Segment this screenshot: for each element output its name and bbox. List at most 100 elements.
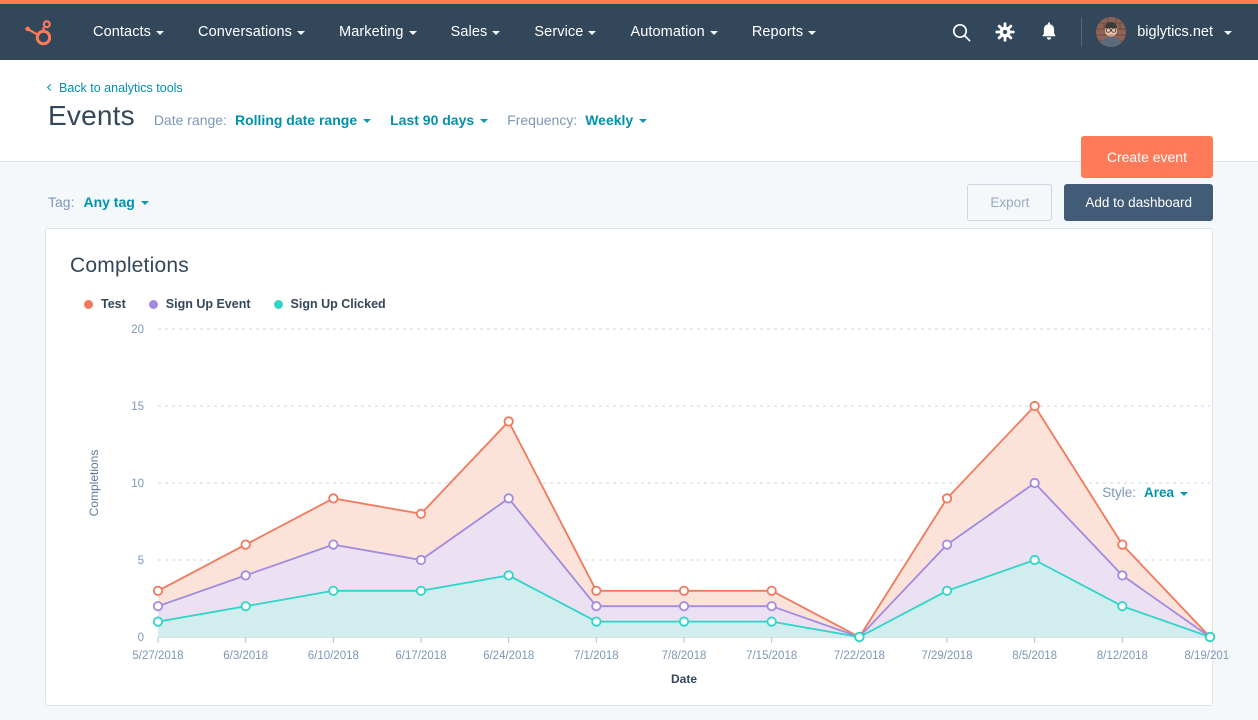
- back-link-label: Back to analytics tools: [59, 81, 183, 95]
- data-point[interactable]: [592, 587, 600, 595]
- data-point[interactable]: [1030, 479, 1038, 487]
- data-point[interactable]: [680, 602, 688, 610]
- data-point[interactable]: [943, 540, 951, 548]
- nav-item-conversations[interactable]: Conversations: [181, 24, 322, 40]
- bell-icon[interactable]: [1027, 10, 1071, 54]
- nav-item-service[interactable]: Service: [517, 24, 613, 40]
- data-point[interactable]: [592, 602, 600, 610]
- create-event-button[interactable]: Create event: [1081, 136, 1213, 178]
- frequency-dropdown[interactable]: Weekly: [585, 112, 647, 128]
- data-point[interactable]: [417, 587, 425, 595]
- x-axis-tick-label: 8/5/2018: [1012, 650, 1057, 662]
- legend-label: Sign Up Clicked: [291, 297, 386, 311]
- data-point[interactable]: [767, 617, 775, 625]
- toolbar-actions: Export Add to dashboard: [967, 184, 1213, 221]
- frequency-filter: Frequency: Weekly: [507, 112, 647, 128]
- legend-item-sign-up-event[interactable]: Sign Up Event: [149, 297, 251, 311]
- y-axis-tick-label: 10: [131, 478, 144, 490]
- data-point[interactable]: [943, 494, 951, 502]
- data-point[interactable]: [943, 587, 951, 595]
- nav-item-contacts[interactable]: Contacts: [76, 24, 181, 40]
- account-label: biglytics.net: [1137, 24, 1213, 40]
- data-point[interactable]: [767, 587, 775, 595]
- x-axis-tick-label: 8/19/2018: [1184, 650, 1230, 662]
- add-to-dashboard-button[interactable]: Add to dashboard: [1064, 184, 1213, 221]
- data-point[interactable]: [855, 633, 863, 641]
- tag-label: Tag:: [48, 194, 74, 210]
- search-icon[interactable]: [939, 10, 983, 54]
- data-point[interactable]: [154, 602, 162, 610]
- frequency-value: Weekly: [585, 112, 633, 128]
- chevron-down-icon: [156, 31, 164, 35]
- data-point[interactable]: [504, 417, 512, 425]
- data-point[interactable]: [417, 510, 425, 518]
- legend-item-sign-up-clicked[interactable]: Sign Up Clicked: [274, 297, 386, 311]
- nav-item-label: Automation: [630, 24, 704, 40]
- x-axis-tick-label: 7/29/2018: [921, 650, 972, 662]
- x-axis-tick-label: 7/1/2018: [574, 650, 619, 662]
- data-point[interactable]: [1118, 602, 1126, 610]
- data-point[interactable]: [504, 571, 512, 579]
- data-point[interactable]: [329, 587, 337, 595]
- chevron-down-icon: [297, 31, 305, 35]
- data-point[interactable]: [329, 494, 337, 502]
- nav-links: Contacts Conversations Marketing Sales S…: [76, 24, 833, 40]
- data-point[interactable]: [329, 540, 337, 548]
- data-point[interactable]: [1118, 571, 1126, 579]
- date-range-filter: Date range: Rolling date range: [154, 112, 371, 128]
- chevron-down-icon: [363, 119, 371, 123]
- page-header: Back to analytics tools Events Date rang…: [0, 60, 1258, 162]
- data-point[interactable]: [1206, 633, 1214, 641]
- date-preset-dropdown[interactable]: Last 90 days: [390, 112, 488, 128]
- main-navbar: Contacts Conversations Marketing Sales S…: [0, 4, 1258, 60]
- data-point[interactable]: [1030, 556, 1038, 564]
- data-point[interactable]: [417, 556, 425, 564]
- data-point[interactable]: [241, 602, 249, 610]
- data-point[interactable]: [767, 602, 775, 610]
- account-menu[interactable]: biglytics.net: [1096, 17, 1236, 47]
- x-axis-tick-label: 8/12/2018: [1097, 650, 1148, 662]
- x-axis-tick-label: 7/15/2018: [746, 650, 797, 662]
- back-to-analytics-tools-link[interactable]: Back to analytics tools: [48, 81, 183, 95]
- nav-item-label: Sales: [451, 24, 488, 40]
- x-axis-tick-label: 5/27/2018: [132, 650, 183, 662]
- chevron-down-icon: [1224, 31, 1232, 35]
- legend-color-swatch: [149, 300, 158, 309]
- chevron-down-icon: [141, 201, 149, 205]
- page-header-row: Events Date range: Rolling date range La…: [48, 100, 1234, 132]
- x-axis-tick-label: 7/8/2018: [662, 650, 707, 662]
- filter-toolbar: Tag: Any tag Export Add to dashboard: [0, 162, 1258, 224]
- card-title: Completions: [70, 254, 1188, 278]
- data-point[interactable]: [154, 587, 162, 595]
- data-point[interactable]: [154, 617, 162, 625]
- gear-icon[interactable]: [983, 10, 1027, 54]
- area-chart[interactable]: 051015205/27/20186/3/20186/10/20186/17/2…: [70, 317, 1230, 717]
- chart-plot-area: 051015205/27/20186/3/20186/10/20186/17/2…: [70, 317, 1188, 717]
- date-range-dropdown[interactable]: Rolling date range: [235, 112, 371, 128]
- x-axis-tick-label: 6/3/2018: [223, 650, 268, 662]
- legend-color-swatch: [84, 300, 93, 309]
- data-point[interactable]: [1118, 540, 1126, 548]
- nav-item-label: Contacts: [93, 24, 151, 40]
- nav-item-automation[interactable]: Automation: [613, 24, 734, 40]
- export-button[interactable]: Export: [967, 184, 1052, 221]
- tag-dropdown[interactable]: Any tag: [83, 194, 148, 210]
- y-axis-tick-label: 5: [138, 555, 144, 567]
- x-axis-tick-label: 6/10/2018: [308, 650, 359, 662]
- data-point[interactable]: [680, 587, 688, 595]
- data-point[interactable]: [592, 617, 600, 625]
- data-point[interactable]: [241, 571, 249, 579]
- legend-item-test[interactable]: Test: [84, 297, 126, 311]
- data-point[interactable]: [241, 540, 249, 548]
- nav-item-marketing[interactable]: Marketing: [322, 24, 434, 40]
- date-range-value: Rolling date range: [235, 112, 357, 128]
- hubspot-logo[interactable]: [0, 18, 76, 46]
- completions-chart-card: Completions Style: Area Test Sign Up Eve…: [45, 228, 1213, 706]
- nav-item-reports[interactable]: Reports: [735, 24, 833, 40]
- data-point[interactable]: [504, 494, 512, 502]
- data-point[interactable]: [680, 617, 688, 625]
- nav-item-sales[interactable]: Sales: [434, 24, 518, 40]
- date-preset-value: Last 90 days: [390, 112, 474, 128]
- data-point[interactable]: [1030, 402, 1038, 410]
- nav-item-label: Marketing: [339, 24, 404, 40]
